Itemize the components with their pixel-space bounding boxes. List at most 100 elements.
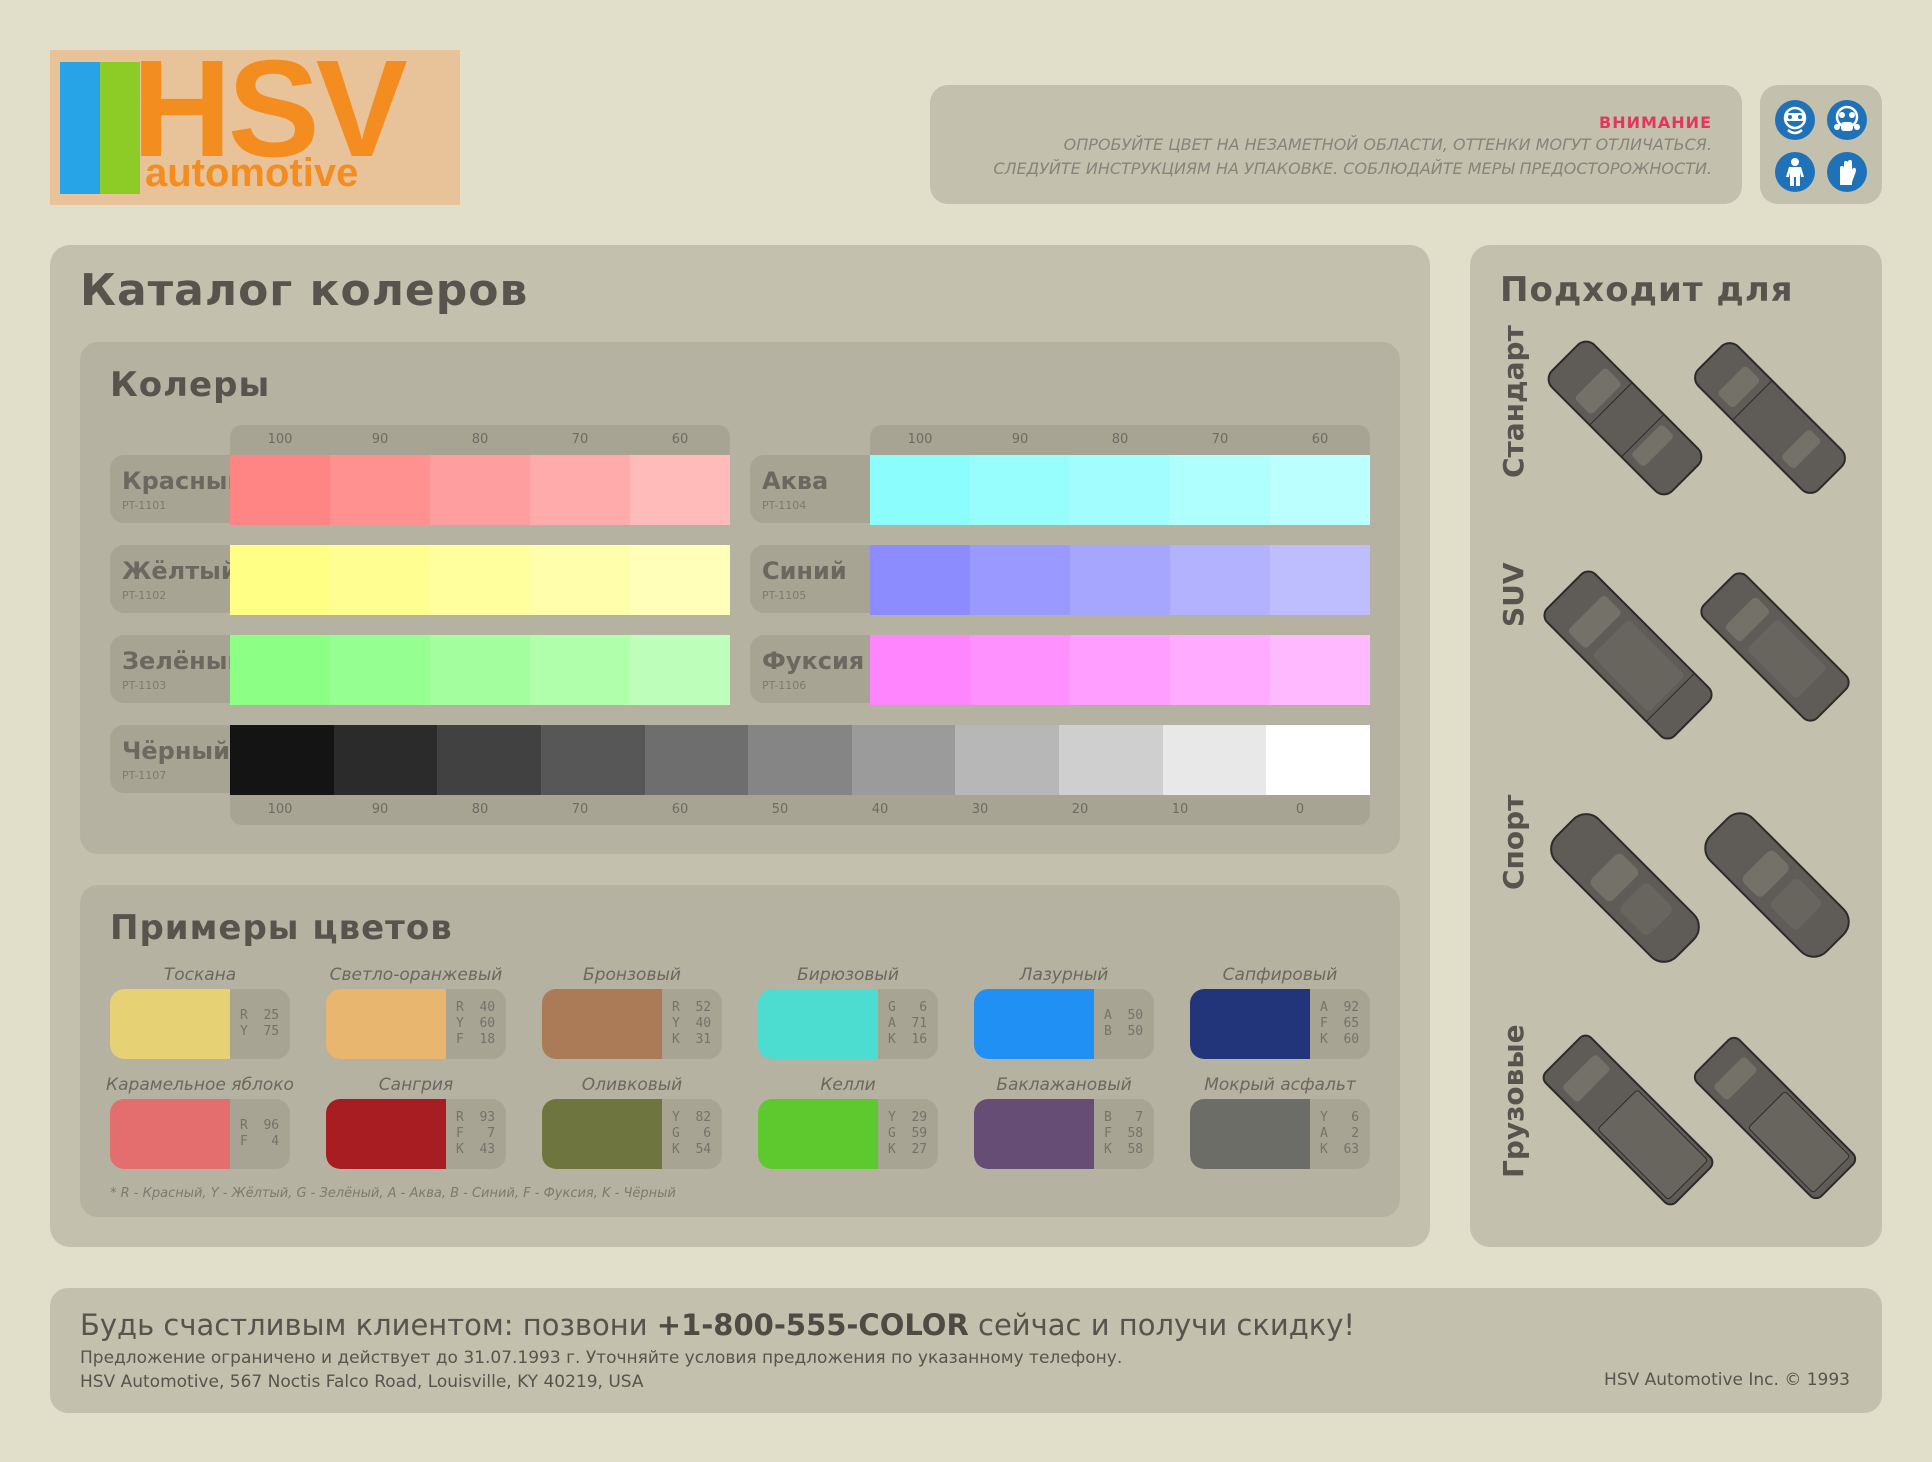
warning-line-2: СЛЕДУЙТЕ ИНСТРУКЦИЯМ НА УПАКОВКЕ. СОБЛЮД… [993,159,1712,178]
tint-swatch [230,635,330,705]
mix-value: K 63 [1320,1142,1360,1157]
example-name: Светло-оранжевый [329,965,503,985]
tint-swatch [1170,635,1270,705]
gloves-icon [1827,152,1867,192]
scale-tick: 30 [971,802,989,817]
goggles-icon [1775,100,1815,140]
tints-title: Колеры [110,365,271,405]
example-card: A 92 F 65 K 60 [1190,989,1370,1059]
tint-strip-yellow [230,545,730,615]
scale-tick: 80 [471,802,489,817]
mix-value: G 59 [888,1126,928,1141]
tint-name: Чёрный [122,737,230,765]
mix-value: A 92 [1320,1000,1360,1015]
example-name: Бирюзовый [797,965,899,985]
tint-swatch [1170,455,1270,525]
example-swatch [542,989,662,1059]
scale-bottom: 100 90 80 70 60 50 40 30 20 10 0 [230,795,1370,825]
mix-value: F 7 [456,1126,496,1141]
scale-tick: 80 [1111,432,1129,447]
tint-swatch [630,545,730,615]
scale-tick: 90 [1011,432,1029,447]
mix-value: A 2 [1320,1126,1360,1141]
mix-value: K 43 [456,1142,496,1157]
scale-tick: 20 [1071,802,1089,817]
mix-value: F 58 [1104,1126,1144,1141]
tint-label-yellow: Жёлтый PT-1102 [110,545,238,613]
logo-automotive: automotive [145,151,359,195]
mix-value: R 96 [240,1118,280,1133]
tint-label-black: Чёрный PT-1107 [110,725,230,793]
logo: HSV automotive [50,50,460,205]
sedan-car-icon [1694,342,1846,494]
example-card: R 25 Y 75 [110,989,290,1059]
logo-blue-bar [60,62,100,194]
tint-name: Фуксия [762,647,865,675]
mix-value: K 16 [888,1032,928,1047]
scale-tick: 10 [1171,802,1189,817]
example-name: Сангрия [378,1075,454,1095]
mix-value: R 25 [240,1008,280,1023]
example-name: Оливковый [581,1075,683,1095]
tint-swatch [870,545,970,615]
tint-name: Аква [762,467,829,495]
tint-swatch [1059,725,1163,795]
phone-number[interactable]: +1-800-555-COLOR [657,1308,969,1342]
warning-line-1: ОПРОБУЙТЕ ЦВЕТ НА НЕЗАМЕТНОЙ ОБЛАСТИ, ОТ… [1063,135,1712,154]
example-swatch [110,1099,230,1169]
tint-name: Зелёный [122,647,245,675]
example-name: Тоскана [163,965,237,985]
example-swatch [110,989,230,1059]
fits-title: Подходит для [1500,270,1794,310]
tint-strip-fuchsia [870,635,1370,705]
tint-swatch [870,455,970,525]
tint-swatch [748,725,852,795]
tint-swatch [430,545,530,615]
tint-label-aqua: Аква PT-1104 [750,455,870,523]
mix-value: Y 60 [456,1016,496,1031]
example-card: Y 6A 2K 63 [1190,1099,1370,1169]
tint-strip-green [230,635,730,705]
tint-swatch [1270,455,1370,525]
tint-code: PT-1106 [762,679,807,692]
tint-strip-black [230,725,1371,795]
safety-icons [1760,85,1882,204]
suv-car-icon [1700,572,1850,722]
protective-suit-icon [1775,152,1815,192]
example-card: G 6A 71 K 16 [758,989,938,1059]
example-name: Баклажановый [996,1075,1132,1095]
scale-tick: 50 [771,802,789,817]
tint-swatch [1162,725,1267,795]
example-swatch [974,1099,1094,1169]
example-name: Келли [820,1075,876,1095]
warning-box: ВНИМАНИЕ ОПРОБУЙТЕ ЦВЕТ НА НЕЗАМЕТНОЙ ОБ… [930,85,1742,204]
scale-tick: 70 [1211,432,1229,447]
mix-value: F 18 [456,1032,496,1047]
warning-title: ВНИМАНИЕ [1599,113,1712,132]
example-swatch [326,989,446,1059]
scale-top-left: 100 90 80 70 60 [230,425,730,455]
address-text: HSV Automotive, 567 Noctis Falco Road, L… [80,1372,644,1392]
mix-value: B 50 [1104,1024,1144,1039]
tint-name: Синий [762,557,847,585]
example-card: R 96 F 4 [110,1099,290,1169]
tint-code: PT-1105 [762,589,807,602]
tint-label-green: Зелёный PT-1103 [110,635,244,703]
tint-swatch [540,725,645,795]
tint-code: PT-1102 [122,589,167,602]
mix-value: A 50 [1104,1008,1144,1023]
scale-tick: 70 [571,432,589,447]
tint-swatch [230,455,330,525]
tint-code: PT-1103 [122,679,167,692]
example-name: Лазурный [1019,965,1109,985]
scale-tick: 60 [671,802,689,817]
mix-value: G 6 [888,1000,928,1015]
example-card: A 50 B 50 [974,989,1154,1059]
mix-value: K 27 [888,1142,928,1157]
tint-swatch [530,545,630,615]
tint-swatch [955,725,1060,795]
fits-type-suv: SUV [1497,562,1530,627]
tint-swatch [437,725,541,795]
scale-top-right: 100 90 80 70 60 [870,425,1370,455]
suv-car-icon [1543,570,1713,740]
